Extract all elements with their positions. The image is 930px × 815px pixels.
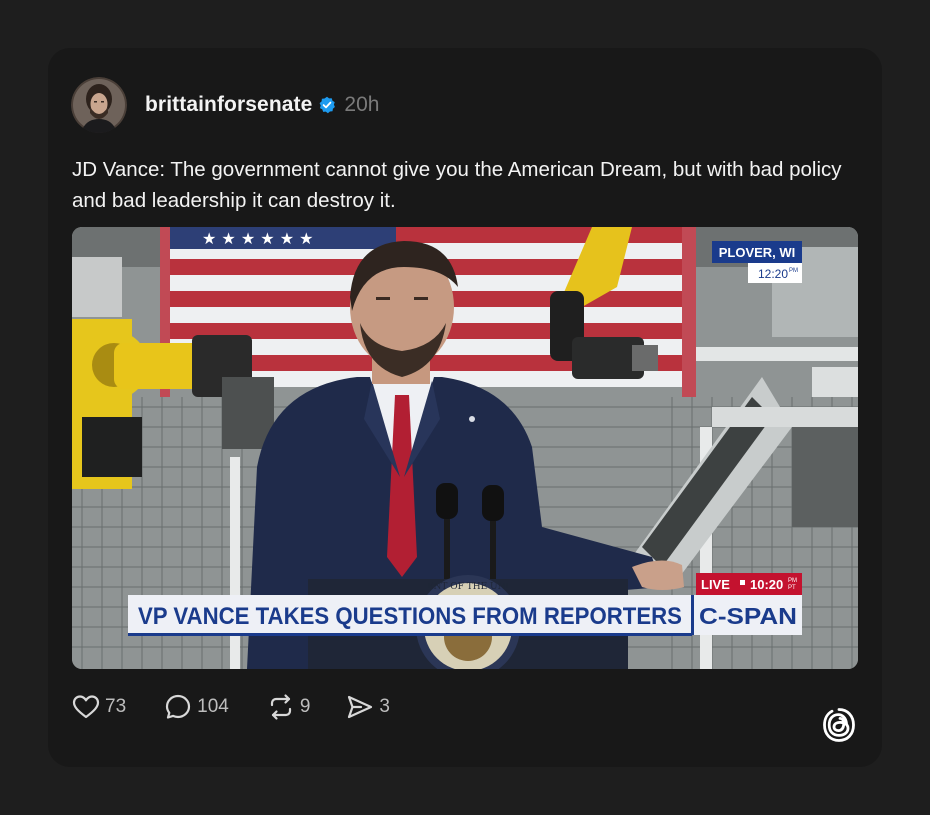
threads-logo-icon[interactable]: [822, 707, 856, 743]
lower-third: VP VANCE TAKES QUESTIONS FROM REPORTERS …: [128, 595, 802, 636]
heart-icon: [72, 695, 100, 719]
live-time: 10:20: [750, 577, 783, 592]
post-header: brittainforsenate 20h: [71, 77, 379, 133]
post-time: 20h: [344, 93, 380, 116]
cspan-logo: C-SPAN: [699, 603, 797, 629]
like-count: 73: [105, 696, 127, 717]
live-label: LIVE: [701, 577, 730, 592]
post-card: brittainforsenate 20h JD Vance: The gove…: [48, 48, 882, 767]
repost-button[interactable]: 9: [267, 693, 311, 721]
svg-text:★ ★ ★ ★ ★ ★: ★ ★ ★ ★ ★ ★: [202, 229, 314, 248]
lower-third-headline: VP VANCE TAKES QUESTIONS FROM REPORTERS: [138, 603, 682, 630]
share-count: 3: [379, 696, 390, 717]
share-button[interactable]: 3: [346, 693, 390, 721]
live-zone-bottom: PT: [788, 585, 796, 591]
post-actions: 73 104 9 3: [72, 690, 390, 724]
username[interactable]: brittainforsenate: [145, 93, 312, 117]
send-icon: [348, 695, 373, 719]
post-video[interactable]: ★ ★ ★ ★ ★ ★ ENT OF THE UNI PLOVER, WI 12…: [72, 227, 858, 669]
repost-icon: [270, 694, 291, 720]
location-time: 12:20: [758, 267, 788, 281]
comment-button[interactable]: 104: [164, 693, 229, 721]
live-bug: LIVE 10:20 PM PT: [696, 573, 802, 595]
like-button[interactable]: 73: [72, 694, 126, 720]
podium-seal-text: ENT OF THE UNI: [427, 582, 510, 592]
post-text: JD Vance: The government cannot give you…: [72, 158, 842, 212]
location-time-suffix: PM: [789, 268, 798, 274]
comment-bubble-icon: [166, 694, 191, 719]
verified-badge-icon: [318, 96, 336, 114]
comment-count: 104: [197, 696, 229, 717]
live-zone-top: PM: [788, 578, 797, 584]
repost-count: 9: [299, 696, 311, 717]
avatar[interactable]: [71, 77, 127, 133]
location-text: PLOVER, WI: [719, 245, 796, 260]
video-frame: ★ ★ ★ ★ ★ ★ ENT OF THE UNI PLOVER, WI 12…: [72, 227, 858, 669]
